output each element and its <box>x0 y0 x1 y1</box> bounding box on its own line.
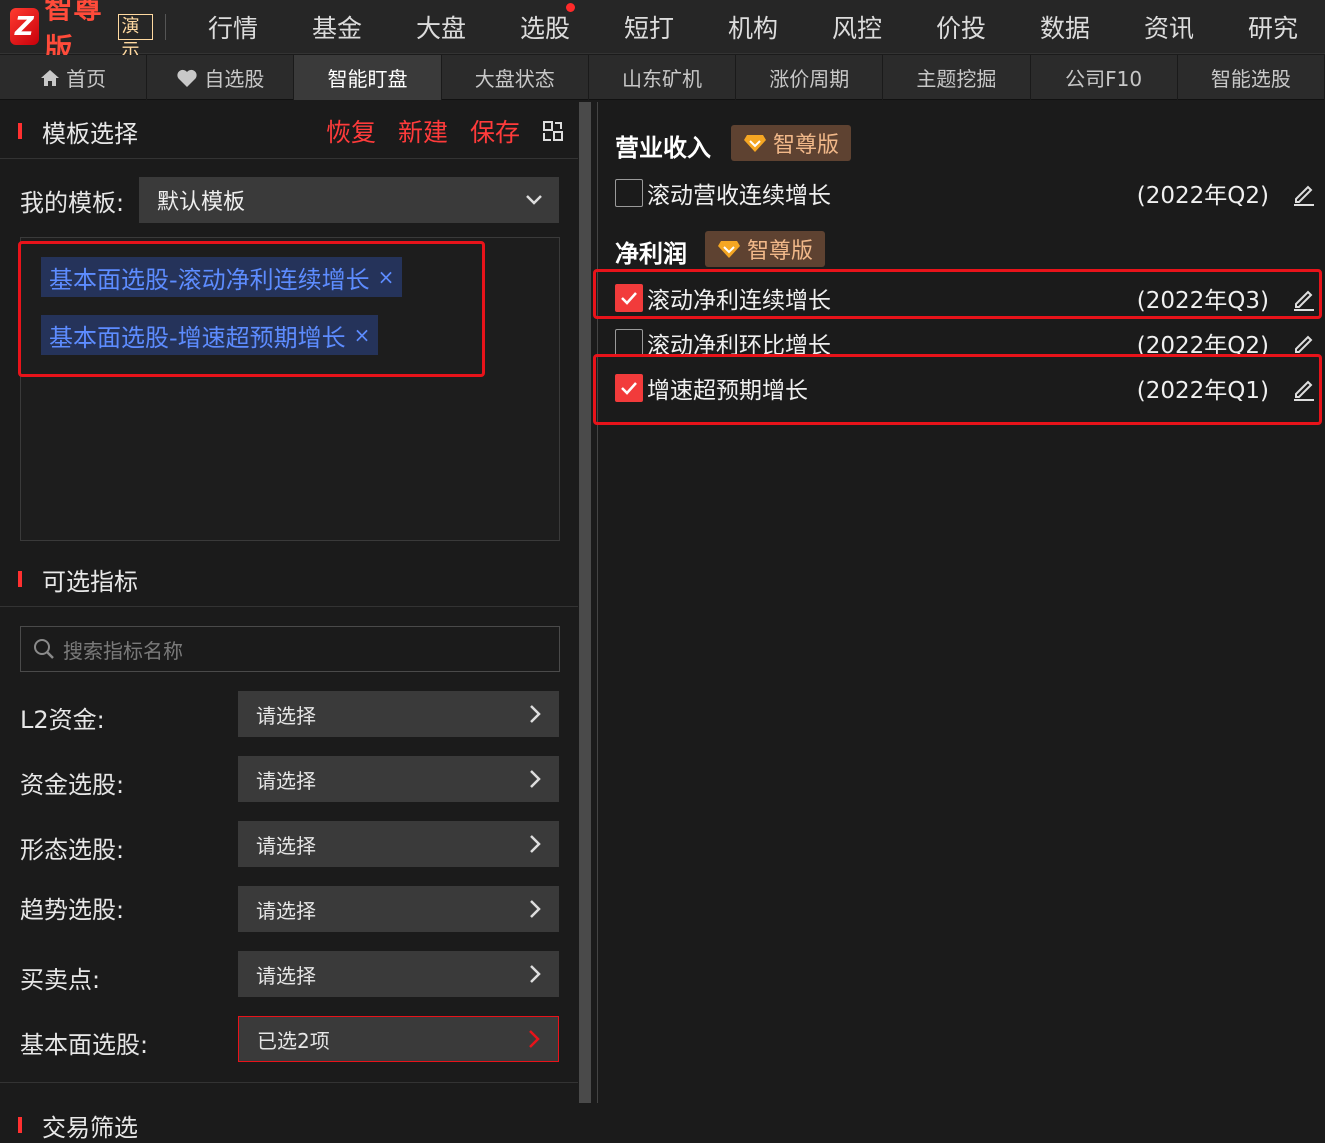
search-placeholder: 搜索指标名称 <box>63 638 183 663</box>
indicator-label: 买卖点: <box>20 966 101 994</box>
menu-stock-picking-label: 选股 <box>519 13 570 43</box>
menu-quotes[interactable]: 行情 <box>181 9 285 45</box>
chevron-right-icon <box>530 965 541 983</box>
notification-dot <box>566 2 575 12</box>
chevron-right-icon <box>529 1030 540 1048</box>
chevron-right-icon <box>530 835 541 853</box>
indicator-row[interactable]: 滚动营收连续增长 (2022年Q2) <box>615 175 1317 211</box>
template-dropdown-value: 默认模板 <box>157 190 246 215</box>
highlight-box <box>593 354 1322 425</box>
top-menu-bar: Z 智尊版 演示 行情 基金 大盘 选股 短打 机构 风控 价投 数据 资讯 研… <box>0 0 1325 65</box>
menu-news[interactable]: 资讯 <box>1117 9 1221 45</box>
diamond-icon <box>744 135 766 152</box>
template-section-header: 模板选择 恢复 新建 保存 <box>0 104 578 159</box>
my-template-label: 我的模板: <box>20 189 125 217</box>
trend-picking-select[interactable]: 请选择 <box>238 886 559 932</box>
home-icon <box>41 69 60 86</box>
indicator-label: L2资金: <box>20 706 105 734</box>
tab-watchlist-label: 自选股 <box>204 67 265 91</box>
template-dropdown[interactable]: 默认模板 <box>139 177 559 223</box>
fund-picking-select[interactable]: 请选择 <box>238 756 559 802</box>
export-icon[interactable] <box>542 120 564 142</box>
section-marker <box>18 571 22 587</box>
checkbox[interactable] <box>615 329 643 357</box>
save-button[interactable]: 保存 <box>470 113 520 149</box>
chevron-right-icon <box>530 770 541 788</box>
tab-market-status[interactable]: 大盘状态 <box>442 55 589 100</box>
menu-market[interactable]: 大盘 <box>389 9 493 45</box>
indicator-label: 基本面选股: <box>20 1031 149 1059</box>
menu-value-invest[interactable]: 价投 <box>909 9 1013 45</box>
demo-badge: 演示 <box>117 13 154 61</box>
edit-icon[interactable] <box>1291 180 1317 206</box>
search-icon <box>34 639 54 659</box>
menu-short-trade[interactable]: 短打 <box>597 9 701 45</box>
menu-fund[interactable]: 基金 <box>285 9 389 45</box>
vip-badge: 智尊版 <box>705 231 826 267</box>
nav-tabs: 首页 自选股 智能盯盘 大盘状态 山东矿机 涨价周期 主题挖掘 公司F10 智能… <box>0 55 1325 100</box>
top-menu: 行情 基金 大盘 选股 短打 机构 风控 价投 数据 资讯 研究 <box>181 2 1325 45</box>
menu-data[interactable]: 数据 <box>1013 9 1117 45</box>
group-title-net-profit: 净利润 <box>615 240 687 268</box>
tab-smart-picking[interactable]: 智能选股 <box>1178 55 1325 100</box>
select-value: 请选择 <box>256 833 316 858</box>
tab-watchlist[interactable]: 自选股 <box>147 55 295 100</box>
template-actions: 恢复 新建 保存 <box>304 113 564 149</box>
tab-company-f10[interactable]: 公司F10 <box>1031 55 1178 100</box>
select-value: 请选择 <box>256 703 316 728</box>
vip-badge-label: 智尊版 <box>773 133 840 158</box>
vip-badge: 智尊版 <box>731 125 852 161</box>
indicator-period: (2022年Q2) <box>1136 183 1269 209</box>
indicator-section-header: 可选指标 <box>0 552 578 607</box>
indicator-label: 形态选股: <box>20 836 125 864</box>
template-section-title: 模板选择 <box>42 119 138 148</box>
left-panel: 模板选择 恢复 新建 保存 我的模板: 默认模板 基本面选股-滚动净利连续增长 … <box>0 100 578 1142</box>
l2-funds-select[interactable]: 请选择 <box>238 691 559 737</box>
tab-smart-monitor[interactable]: 智能盯盘 <box>294 55 442 100</box>
next-section-header: 交易筛选 <box>0 1082 578 1142</box>
select-value: 请选择 <box>256 963 316 988</box>
divider <box>165 13 166 40</box>
select-value: 请选择 <box>256 898 316 923</box>
highlight-box <box>593 269 1322 319</box>
menu-research[interactable]: 研究 <box>1221 9 1325 45</box>
indicator-search-input[interactable]: 搜索指标名称 <box>20 626 560 672</box>
edit-icon[interactable] <box>1291 330 1317 356</box>
tab-price-cycle[interactable]: 涨价周期 <box>736 55 884 100</box>
checkbox[interactable] <box>615 179 643 207</box>
fundamental-picking-select[interactable]: 已选2项 <box>238 1016 559 1062</box>
indicator-label: 资金选股: <box>20 771 125 799</box>
chevron-down-icon <box>526 195 542 205</box>
pattern-picking-select[interactable]: 请选择 <box>238 821 559 867</box>
indicator-label: 趋势选股: <box>20 896 125 924</box>
chevron-right-icon <box>530 900 541 918</box>
diamond-icon <box>718 241 740 258</box>
panel-scrollbar[interactable] <box>579 102 591 1103</box>
logo-mark-icon: Z <box>10 8 39 45</box>
select-value: 已选2项 <box>257 1028 330 1053</box>
buy-sell-point-select[interactable]: 请选择 <box>238 951 559 997</box>
new-button[interactable]: 新建 <box>398 113 448 149</box>
tab-theme-mining[interactable]: 主题挖掘 <box>883 55 1031 100</box>
menu-stock-picking[interactable]: 选股 <box>493 2 597 45</box>
heart-icon <box>177 69 197 87</box>
next-section-title: 交易筛选 <box>42 1113 138 1142</box>
tab-home-label: 首页 <box>66 67 107 91</box>
restore-button[interactable]: 恢复 <box>326 113 376 149</box>
select-value: 请选择 <box>256 768 316 793</box>
menu-risk[interactable]: 风控 <box>805 9 909 45</box>
indicator-section-title: 可选指标 <box>42 567 138 596</box>
right-panel: 营业收入 智尊版 滚动营收连续增长 (2022年Q2) 净利润 智尊版 滚动净利… <box>593 100 1325 1103</box>
chevron-right-icon <box>530 705 541 723</box>
menu-institution[interactable]: 机构 <box>701 9 805 45</box>
indicator-name: 滚动营收连续增长 <box>647 183 831 209</box>
highlight-box <box>18 241 485 377</box>
tab-shandong-mining[interactable]: 山东矿机 <box>589 55 737 100</box>
tab-home[interactable]: 首页 <box>0 55 148 100</box>
group-title-revenue: 营业收入 <box>615 134 711 162</box>
section-marker <box>18 123 22 139</box>
vip-badge-label: 智尊版 <box>747 239 814 264</box>
section-marker <box>18 1117 22 1133</box>
